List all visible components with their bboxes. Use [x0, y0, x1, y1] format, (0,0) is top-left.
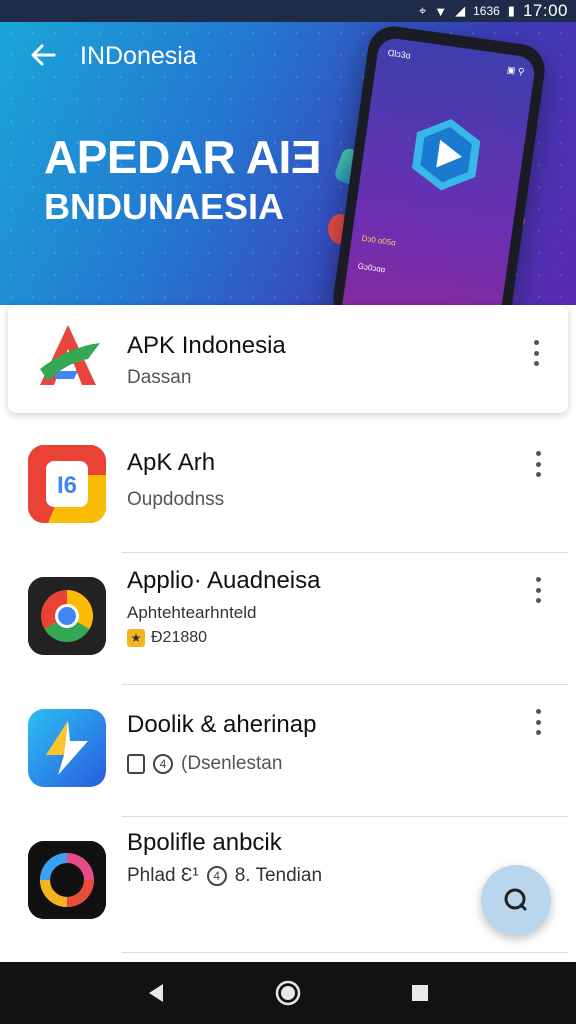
search-icon [504, 888, 527, 911]
list-item[interactable]: Doolik & aherinap 4 (Dsenlestan [0, 685, 576, 817]
app-meta-row: Phlad Ɛ¹ 4 8. Tendian [127, 865, 322, 887]
ring-logo-icon [28, 841, 106, 919]
wifi-icon: ▼ [434, 3, 448, 19]
search-fab[interactable] [481, 865, 551, 935]
apk-indonesia-logo-icon [30, 319, 106, 395]
status-bar: ⌖ ▼ ◢ 1636 ▮ 17:00 [0, 0, 576, 22]
square-recents-icon[interactable] [400, 973, 440, 1013]
more-vertical-icon[interactable] [528, 449, 548, 479]
app-extra: 8. Tendian [234, 865, 323, 886]
battery-icon: ▮ [507, 3, 515, 18]
triangle-back-icon[interactable] [136, 973, 176, 1013]
clock-icon: 4 [153, 754, 173, 774]
apk-arh-logo-icon: Ɩ6 [28, 445, 106, 523]
document-icon [127, 754, 145, 774]
list-item[interactable]: Ɩ6 ApK Arh Oupdodnss [0, 421, 576, 553]
svg-text:Ɩ6: Ɩ6 [57, 472, 77, 499]
play-logo-icon [411, 119, 481, 191]
back-arrow-icon[interactable] [28, 40, 58, 70]
app-list: APK Indonesia Dassan Ɩ6 ApK Arh Oupdodns… [0, 305, 576, 953]
star-badge-icon: ★ [127, 629, 145, 647]
app-title: APK Indonesia [127, 332, 286, 359]
chrome-icon [28, 577, 106, 655]
navigation-bar [0, 962, 576, 1024]
app-title: Bpolifle anbcik [127, 829, 282, 856]
divider [122, 952, 568, 953]
app-subtitle: (Dsenlestan [181, 753, 283, 774]
phone-screen: Ɑlɔ3ɑ ▣ ⚲ Dɔ0 ɑ05ɑ Gɔ0ɔɑɑ [339, 36, 537, 305]
app-title: Doolik & aherinap [127, 711, 317, 738]
app-subtitle: Aphtehtearhnteld [127, 603, 257, 622]
phone-screen-line-2: Gɔ0ɔɑɑ [357, 261, 386, 275]
hero-banner: INDonesia APEDAR AIƎ BNDUNAESIA Ɑlɔ3ɑ ▣ … [0, 22, 576, 305]
list-item[interactable]: Applio· Auadneisa Aphtehtearhnteld ★ Ð21… [0, 553, 576, 685]
status-time: 17:00 [522, 1, 568, 20]
network-label: 1636 [473, 4, 500, 18]
more-vertical-icon[interactable] [528, 575, 548, 605]
app-subtitle: Phlad Ɛ¹ [127, 865, 199, 886]
list-item[interactable]: APK Indonesia Dassan [8, 305, 568, 413]
blue-arrow-logo-icon [28, 709, 106, 787]
hero-headline-1: APEDAR AIƎ [44, 131, 322, 183]
hero-headline-2: BNDUNAESIA [44, 186, 285, 227]
location-icon: ⌖ [418, 3, 427, 18]
more-vertical-icon[interactable] [528, 707, 548, 737]
app-rating-row: ★ Ð21880 [127, 629, 207, 647]
circle-home-icon[interactable] [268, 973, 308, 1013]
page-title: INDonesia [80, 42, 197, 70]
app-title: Applio· Auadneisa [127, 567, 321, 594]
app-subtitle: Dassan [127, 367, 192, 388]
app-title: ApK Arh [127, 449, 216, 476]
app-meta-row: 4 (Dsenlestan [127, 753, 282, 775]
phone-screen-icons: ▣ ⚲ [506, 64, 526, 77]
phone-screen-header: Ɑlɔ3ɑ [387, 47, 412, 61]
clock-icon: 4 [206, 866, 227, 886]
more-vertical-icon[interactable] [526, 338, 546, 368]
signal-icon: ◢ [455, 3, 466, 18]
app-subtitle: Oupdodnss [127, 489, 225, 510]
phone-screen-line-1: Dɔ0 ɑ05ɑ [361, 233, 397, 248]
app-extra: Ð21880 [151, 629, 208, 646]
